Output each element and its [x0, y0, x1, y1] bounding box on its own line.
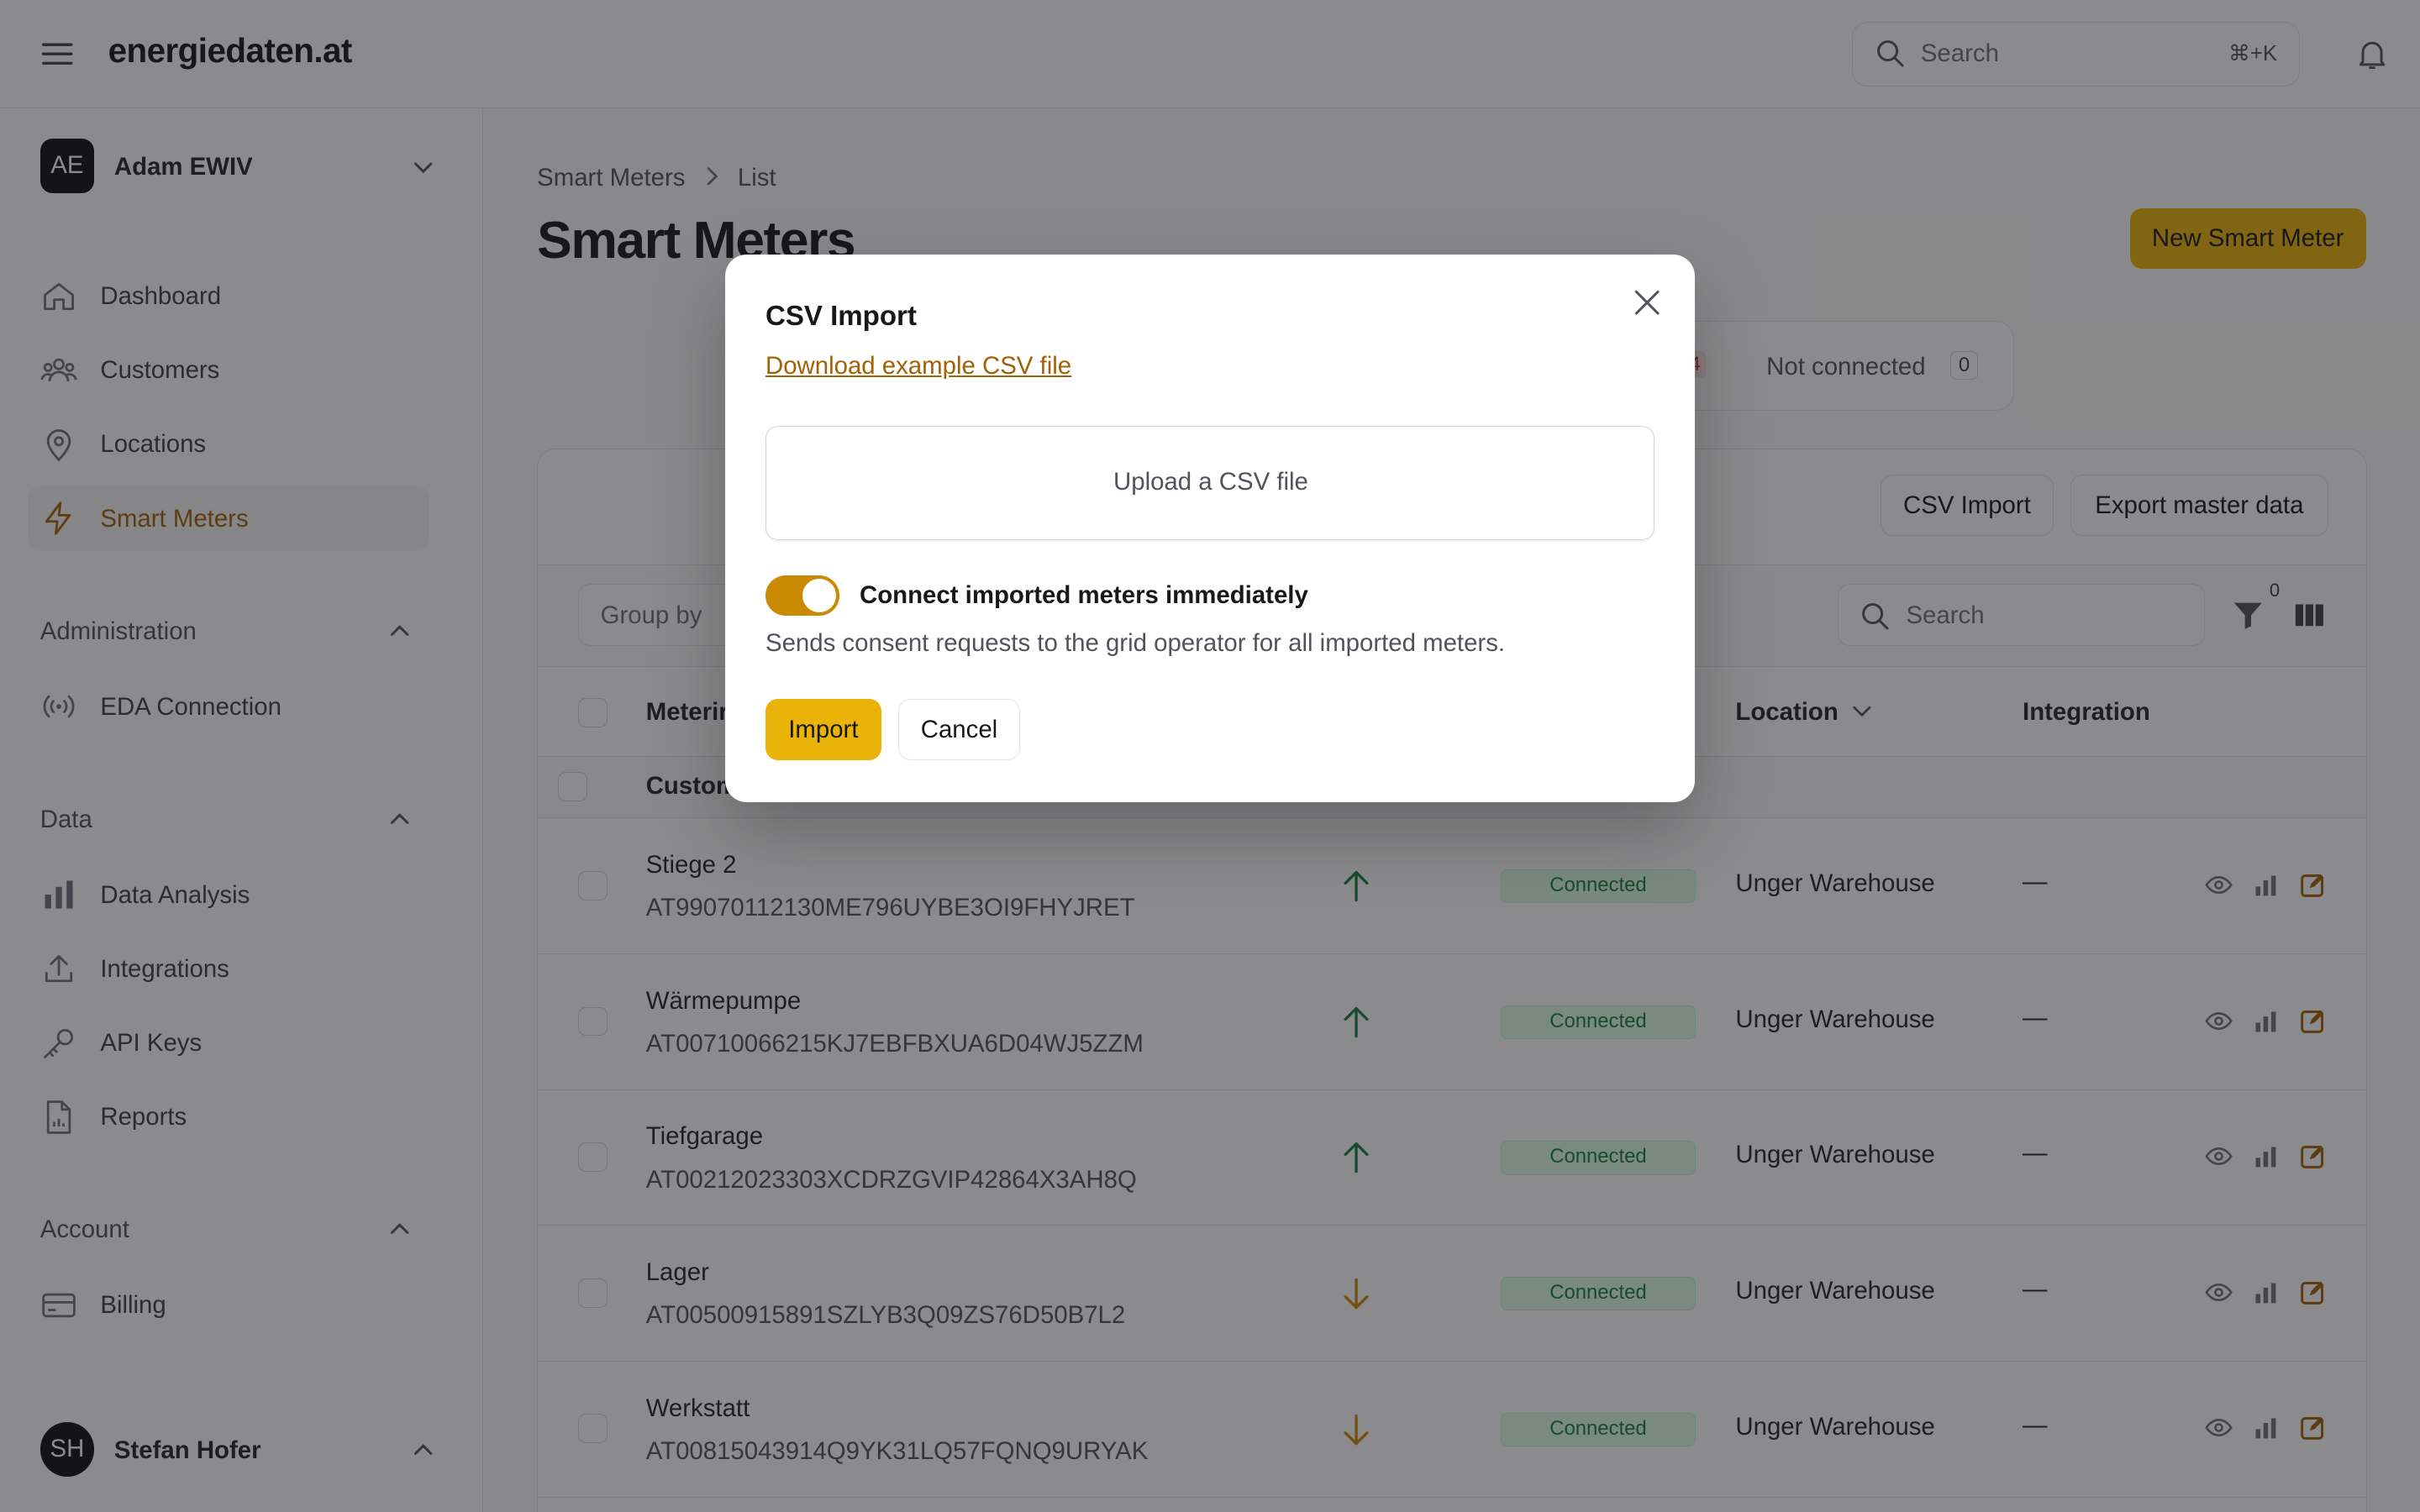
toggle-knob: [802, 578, 837, 613]
csv-import-dialog: CSV Import Download example CSV file Upl…: [725, 255, 1695, 803]
cancel-button[interactable]: Cancel: [897, 699, 1021, 761]
toggle-label: Connect imported meters immediately: [860, 581, 1308, 610]
close-icon[interactable]: [1630, 286, 1664, 319]
download-example-link[interactable]: Download example CSV file: [765, 352, 1071, 381]
upload-label: Upload a CSV file: [1113, 468, 1308, 496]
import-button[interactable]: Import: [765, 699, 881, 761]
dialog-title: CSV Import: [765, 301, 917, 333]
connect-immediately-toggle[interactable]: [765, 575, 840, 616]
toggle-help-text: Sends consent requests to the grid opera…: [765, 629, 1506, 658]
csv-upload-dropzone[interactable]: Upload a CSV file: [765, 425, 1655, 540]
